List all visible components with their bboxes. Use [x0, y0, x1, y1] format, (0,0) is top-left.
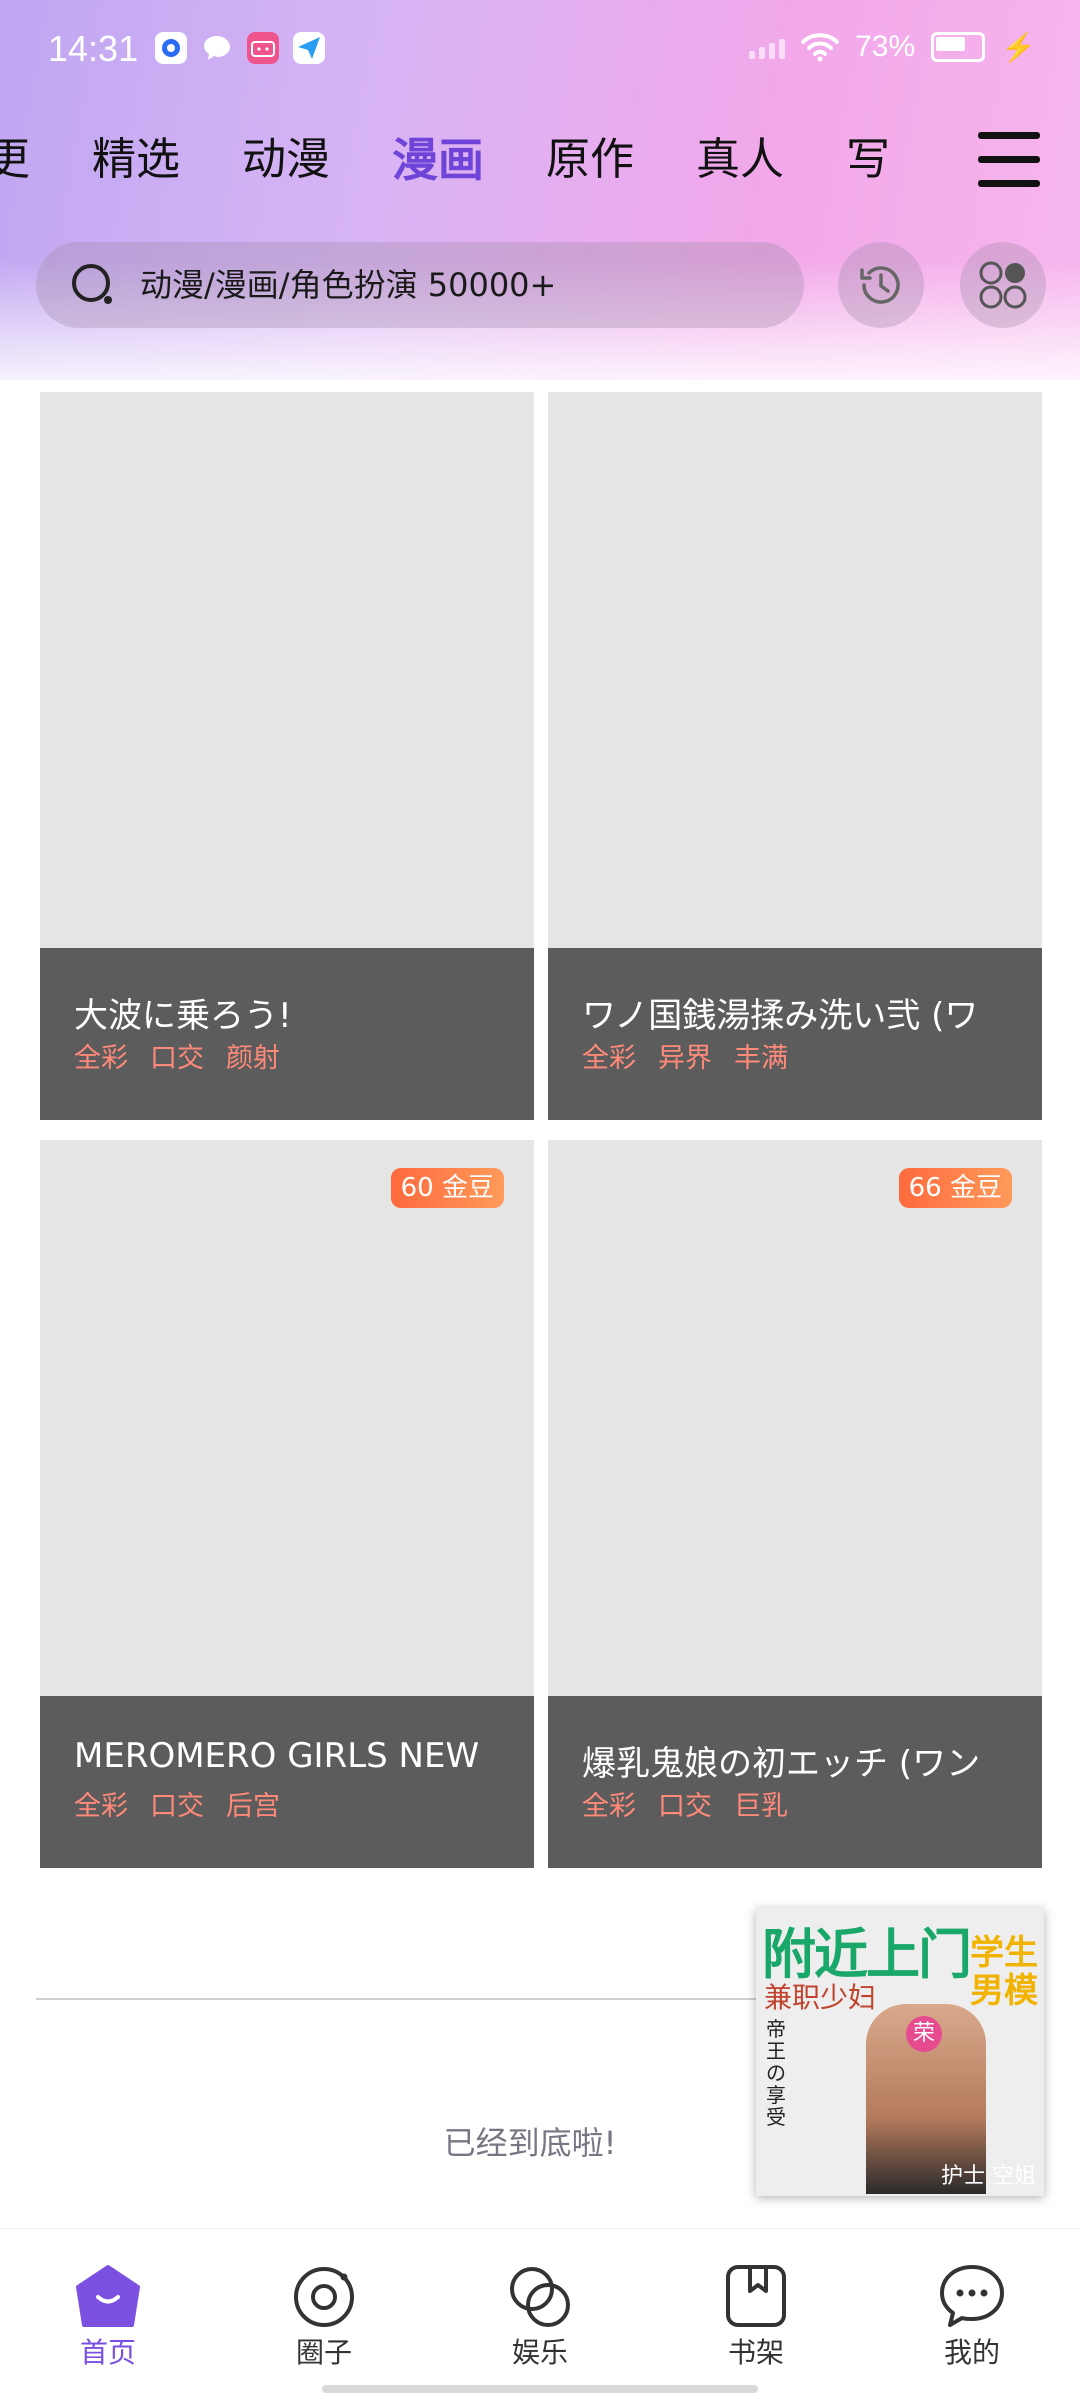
comic-title: MEROMERO GIRLS NEW [74, 1736, 480, 1776]
comic-tags: 全彩 口交 后宫 [74, 1784, 280, 1823]
ad-vertical-text: 帝王の享受 [766, 2017, 786, 2129]
nav-home-label: 首页 [79, 2336, 136, 2369]
category-tabs: 更精选 动漫 漫画 原作 真人写 [0, 120, 960, 200]
comic-tags: 全彩 口交 颜射 [74, 1036, 280, 1075]
ad-footer: 护士 空姐 [941, 2164, 1036, 2189]
status-time: 14:31 [48, 28, 139, 69]
nav-entertainment[interactable]: 娱乐 [470, 2263, 610, 2371]
comic-tag[interactable]: 后宫 [226, 1784, 280, 1823]
app-circle-icon [155, 32, 187, 64]
tab-item[interactable]: 动漫 [242, 120, 330, 200]
history-button[interactable] [838, 242, 924, 328]
tab-item[interactable]: 真人 [696, 120, 784, 200]
comic-tag[interactable]: 全彩 [582, 1036, 636, 1075]
nav-profile[interactable]: 我的 [902, 2263, 1042, 2371]
comic-tag[interactable]: 丰满 [734, 1036, 788, 1075]
comic-cover-placeholder [548, 392, 1042, 948]
battery-percent: 73% [855, 30, 916, 63]
status-app-icons [155, 32, 325, 64]
status-right-group: 73% ⚡ [749, 30, 1036, 64]
tab-item[interactable]: 漫画 [392, 120, 484, 200]
home-indicator [322, 2385, 758, 2393]
category-tabs-track: 更精选 动漫 漫画 原作 真人写 [0, 120, 890, 200]
charging-icon: ⚡ [1001, 31, 1036, 63]
tab-item[interactable]: 原作 [546, 120, 634, 200]
comic-tag[interactable]: 全彩 [74, 1036, 128, 1075]
ad-badge: 荣 [906, 2016, 942, 2052]
bilibili-icon [247, 32, 279, 64]
comic-tag[interactable]: 口交 [150, 1784, 204, 1823]
price-badge: 66 金豆 [898, 1168, 1012, 1208]
comic-title: 爆乳鬼娘の初エッチ (ワン [582, 1744, 981, 1784]
comic-card[interactable]: ワノ国銭湯揉み洗い弐 (ワ 全彩 异界 丰满 [548, 392, 1042, 1120]
comic-tag[interactable]: 口交 [658, 1784, 712, 1823]
nav-profile-label: 我的 [943, 2336, 1000, 2369]
comic-tag[interactable]: 巨乳 [734, 1784, 788, 1823]
nav-entertainment-label: 娱乐 [511, 2336, 568, 2369]
send-icon [293, 32, 325, 64]
entertainment-icon [510, 2267, 570, 2327]
tab-item[interactable]: 写 [846, 120, 890, 200]
comic-tag[interactable]: 全彩 [74, 1784, 128, 1823]
chat-profile-icon [940, 2265, 1004, 2327]
comic-caption: ワノ国銭湯揉み洗い弐 (ワ 全彩 异界 丰满 [548, 948, 1042, 1120]
nav-home[interactable]: 首页 [38, 2263, 178, 2371]
comic-card[interactable]: 60 金豆 MEROMERO GIRLS NEW 全彩 口交 后宫 [40, 1140, 534, 1868]
comic-caption: 爆乳鬼娘の初エッチ (ワン 全彩 口交 巨乳 [548, 1696, 1042, 1868]
nav-bookshelf[interactable]: 书架 [686, 2263, 826, 2371]
comic-tag[interactable]: 颜射 [226, 1036, 280, 1075]
signal-icon [749, 35, 786, 59]
menu-line [978, 156, 1040, 163]
comic-card[interactable]: 大波に乗ろう! 全彩 口交 颜射 [40, 392, 534, 1120]
circle-icon [294, 2267, 354, 2327]
menu-button[interactable] [970, 128, 1046, 192]
grid-circles-icon [979, 261, 1027, 309]
tab-item[interactable]: 精选 [92, 120, 180, 200]
comic-tag[interactable]: 异界 [658, 1036, 712, 1075]
comic-title: 大波に乗ろう! [74, 996, 292, 1036]
battery-icon [931, 32, 986, 62]
categories-button[interactable] [960, 242, 1046, 328]
comic-cover-placeholder [40, 392, 534, 948]
ad-side-text: 学生男模 [970, 1933, 1038, 2011]
nav-circle-label: 圈子 [295, 2336, 352, 2369]
comic-card[interactable]: 66 金豆爆乳鬼娘の初エッチ (ワン 全彩 口交 巨乳 [548, 1140, 1042, 1868]
home-icon [76, 2265, 140, 2327]
chat-bubble-icon [201, 32, 233, 64]
menu-line [978, 132, 1040, 139]
history-icon [860, 266, 900, 304]
wifi-icon [801, 33, 840, 62]
nav-circle[interactable]: 圈子 [254, 2263, 394, 2371]
list-divider [36, 1998, 756, 2000]
comic-tag[interactable]: 口交 [150, 1036, 204, 1075]
comic-cover-placeholder [548, 1140, 1042, 1696]
comic-tags: 全彩 口交 巨乳 [582, 1784, 788, 1823]
ad-subline: 兼职少妇 [764, 1981, 877, 2014]
tab-item[interactable]: 更 [0, 120, 30, 200]
search-placeholder: 动漫/漫画/角色扮演 50000+ [140, 266, 557, 304]
comic-tags: 全彩 异界 丰满 [582, 1036, 788, 1075]
nav-bookshelf-label: 书架 [727, 2336, 784, 2369]
status-bar: 14:31 73% ⚡ [0, 0, 1080, 100]
comic-cover-placeholder [40, 1140, 534, 1696]
comic-caption: 大波に乗ろう! 全彩 口交 颜射 [40, 948, 534, 1120]
search-bar[interactable]: 动漫/漫画/角色扮演 50000+ [36, 242, 804, 328]
price-badge: 60 金豆 [390, 1168, 504, 1208]
comic-title: ワノ国銭湯揉み洗い弐 (ワ [582, 996, 979, 1036]
floating-ad[interactable]: 附近上门 学生男模 兼职少妇 帝王の享受 荣 护士 空姐 [756, 1908, 1044, 2196]
bottom-navigation: 首页 圈子 娱乐 书架 我的 [0, 2228, 1080, 2401]
comic-caption: MEROMERO GIRLS NEW 全彩 口交 后宫 [40, 1696, 534, 1868]
menu-line [978, 180, 1040, 187]
search-icon [72, 264, 112, 304]
comic-tag[interactable]: 全彩 [582, 1784, 636, 1823]
battery-fill [936, 37, 966, 51]
bookshelf-icon [726, 2265, 786, 2327]
